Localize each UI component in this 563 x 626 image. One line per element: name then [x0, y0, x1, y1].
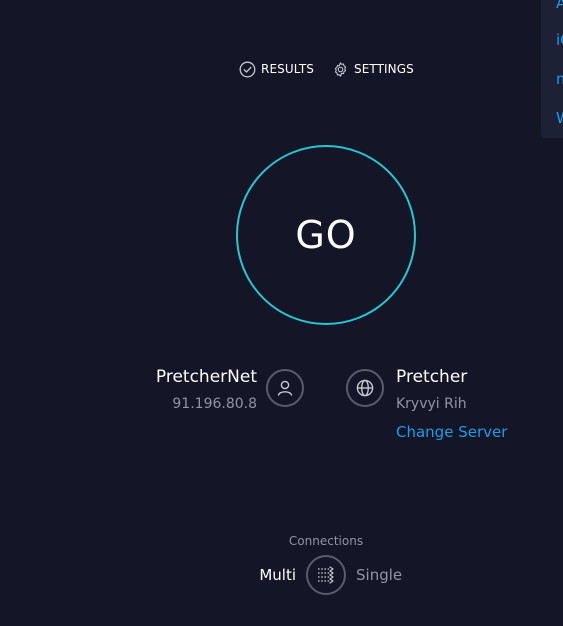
isp-ip-address: 91.196.80.8 [172, 396, 257, 412]
isp-name: PretcherNet [155, 367, 257, 387]
gear-icon [334, 61, 347, 77]
multi-connection-icon [318, 566, 334, 584]
user-icon [266, 369, 304, 407]
change-server-link[interactable]: Change Server [396, 423, 507, 441]
menu-item[interactable]: A [556, 0, 563, 12]
menu-item[interactable]: m [556, 70, 563, 88]
connections-label: Connections [288, 534, 364, 548]
go-label: GO [295, 213, 357, 257]
server-name: Pretcher [396, 367, 468, 387]
single-connection-option[interactable]: Single [356, 566, 402, 584]
settings-button[interactable]: SETTINGS [332, 60, 414, 78]
results-button[interactable]: RESULTS [239, 60, 314, 78]
go-button[interactable]: GO [236, 145, 416, 325]
connections-toggle[interactable] [306, 555, 346, 595]
globe-icon [346, 369, 384, 407]
speedtest-page: A iO m W RESULTS SETTINGS GO PretcherNet… [0, 0, 563, 626]
menu-item[interactable]: W [556, 109, 563, 127]
multi-connection-option[interactable]: Multi [259, 566, 296, 584]
results-label: RESULTS [261, 62, 315, 76]
server-location: Kryvyi Rih [396, 396, 467, 412]
check-circle-icon [239, 61, 256, 77]
menu-item[interactable]: iO [556, 31, 563, 49]
dropdown-menu-panel: A iO m W [541, 0, 563, 138]
settings-label: SETTINGS [354, 62, 414, 76]
